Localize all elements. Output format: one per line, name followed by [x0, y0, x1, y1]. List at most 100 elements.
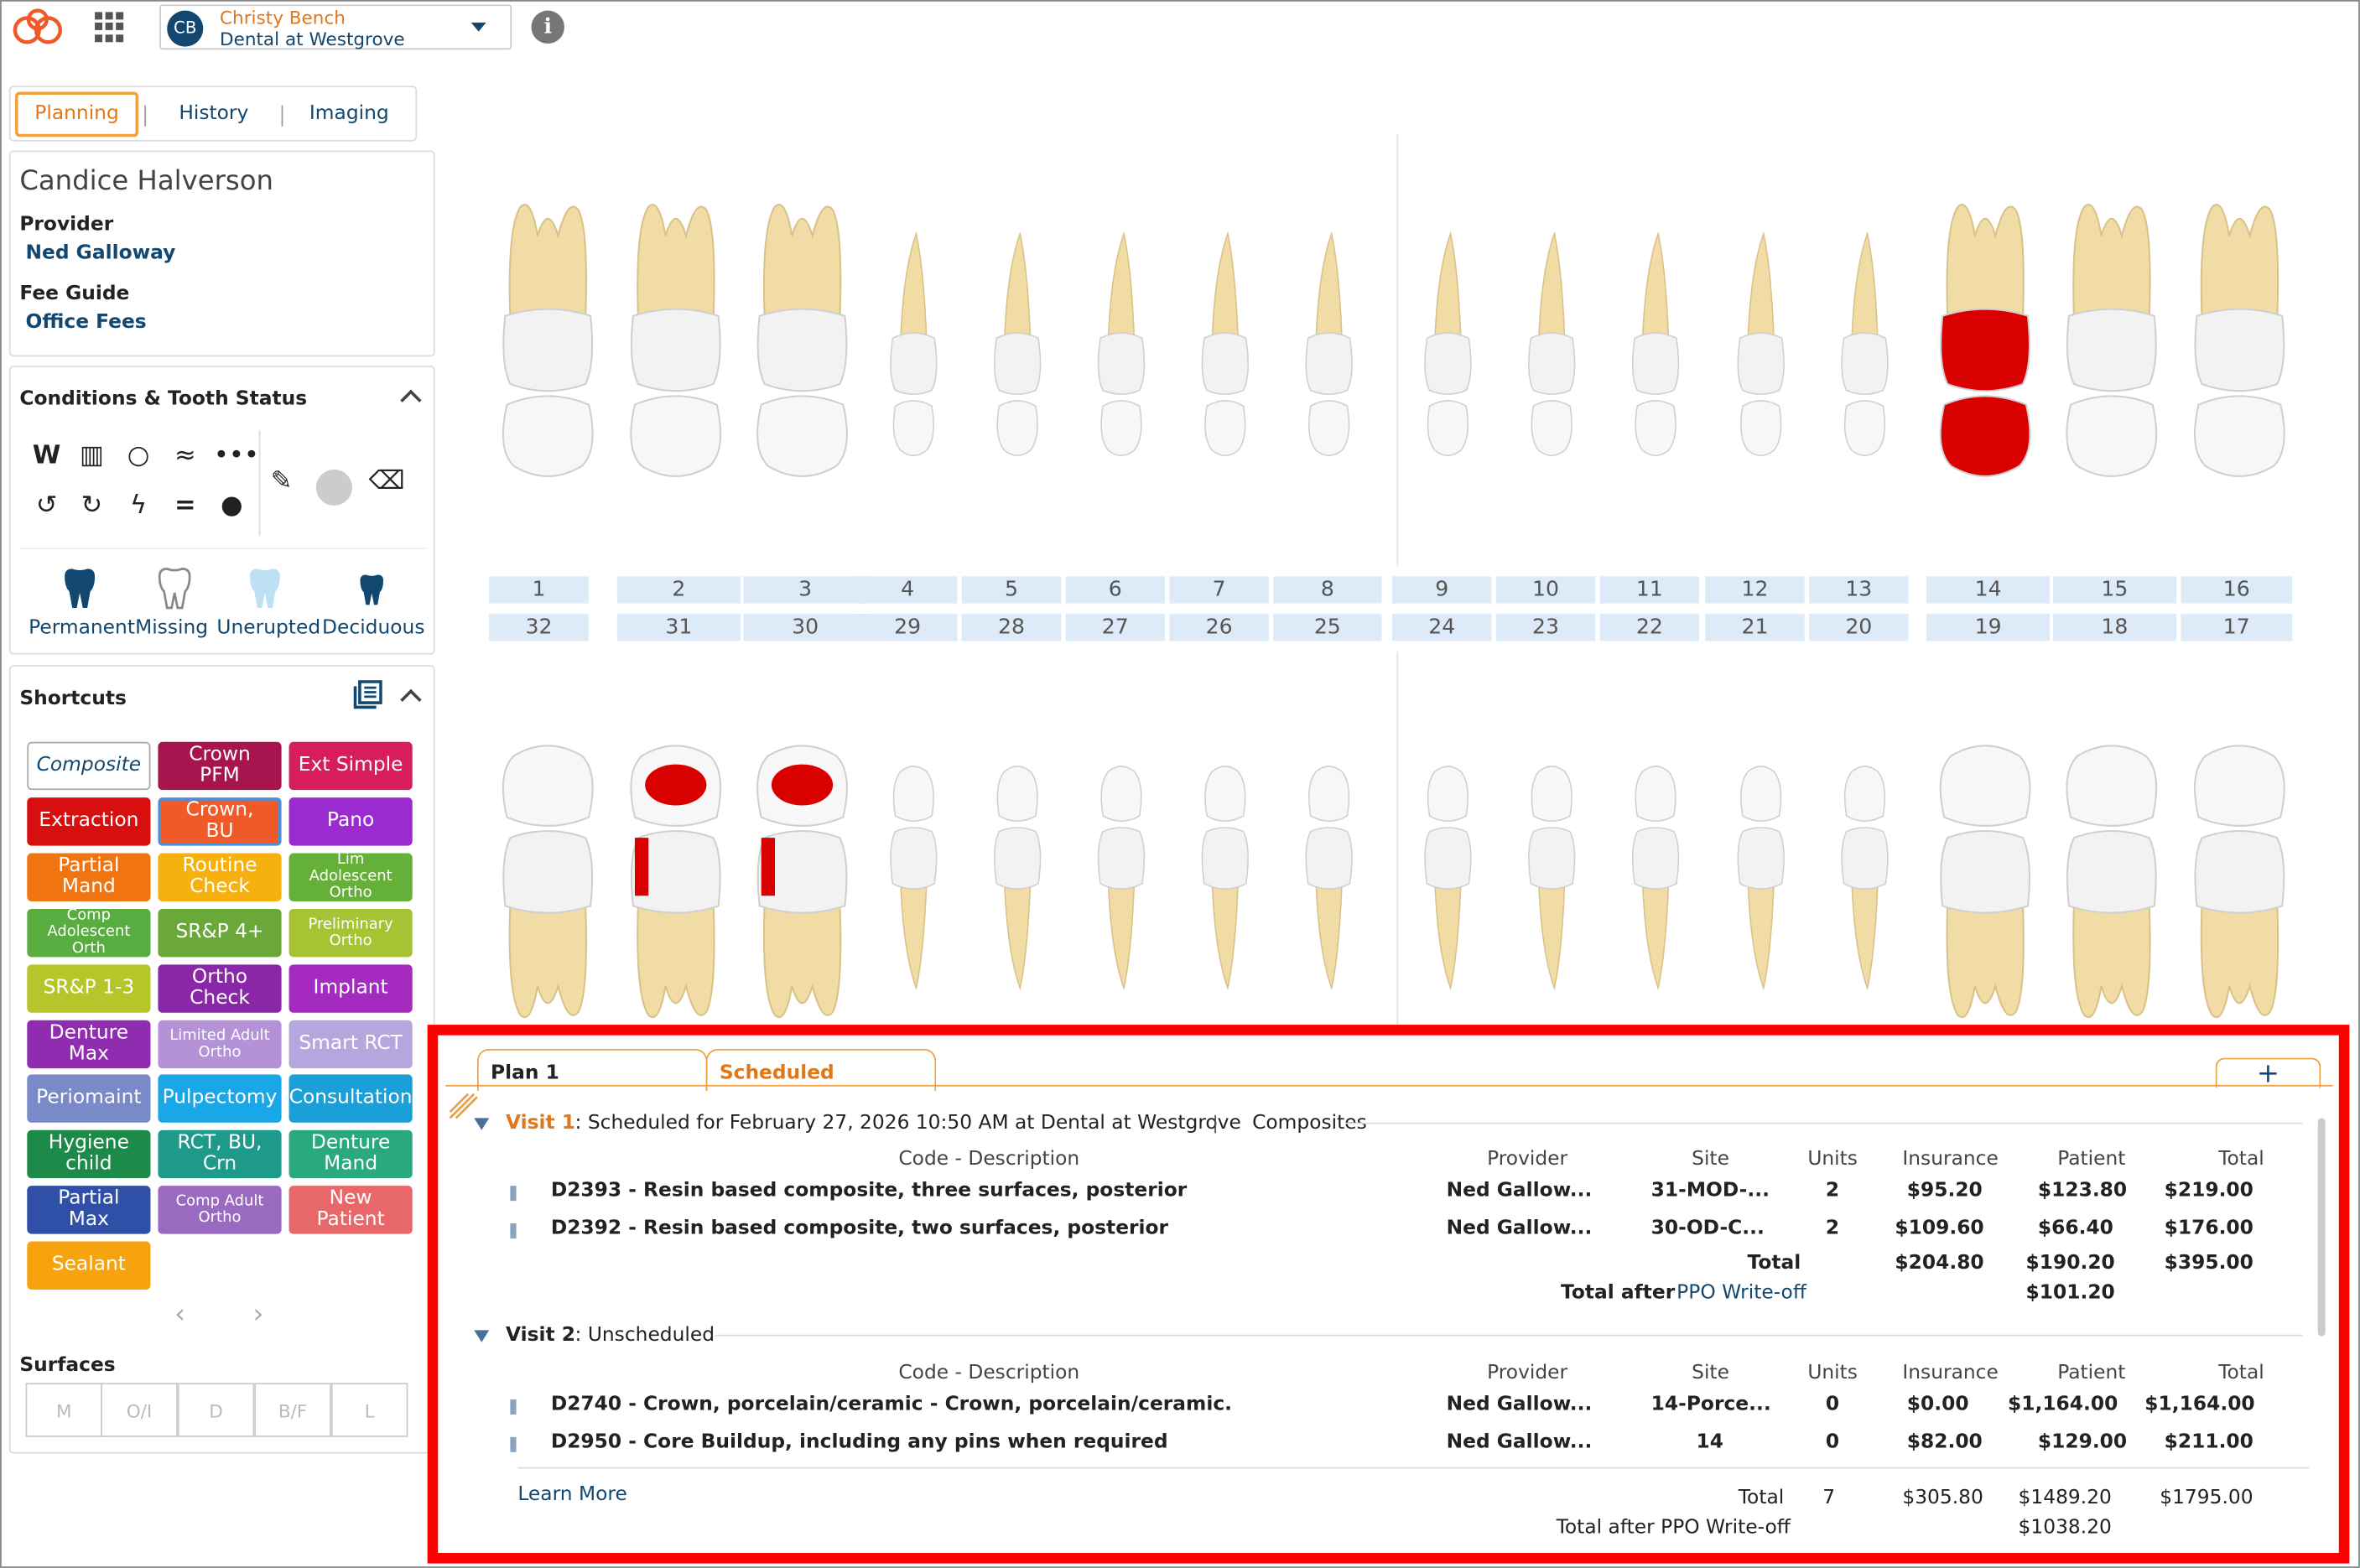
tooth-number-15[interactable]: 15: [2052, 576, 2176, 604]
shortcut-lim-adolescent-ortho[interactable]: Lim Adolescent Ortho: [289, 853, 413, 901]
tooth-number-8[interactable]: 8: [1273, 576, 1382, 604]
surface-bf[interactable]: B/F: [254, 1383, 331, 1437]
tab-planning[interactable]: Planning: [14, 91, 139, 138]
collapse-chevron-icon[interactable]: [400, 389, 422, 412]
tooth-16[interactable]: [2188, 144, 2290, 565]
tooth-8[interactable]: [1290, 144, 1368, 565]
shortcut-library-icon[interactable]: [352, 680, 382, 710]
row-drag-handle-icon[interactable]: [510, 1186, 517, 1202]
tooth-18[interactable]: [2061, 663, 2163, 1070]
tooth-number-32[interactable]: 32: [489, 614, 589, 641]
tooth-32[interactable]: [496, 663, 599, 1070]
shortcut-consultation[interactable]: Consultation: [289, 1075, 413, 1124]
shortcut-comp-adolescent-orth[interactable]: Comp Adolescent Orth: [27, 908, 151, 957]
account-selector[interactable]: CB Christy Bench Dental at Westgrove: [159, 4, 512, 49]
visit-1-collapse-icon[interactable]: [474, 1118, 490, 1130]
tab-history[interactable]: History: [153, 87, 274, 140]
tooth-number-10[interactable]: 10: [1495, 576, 1596, 604]
tooth-19[interactable]: [1934, 663, 2036, 1070]
tooth-30[interactable]: [751, 663, 854, 1070]
fracture-icon[interactable]: ϟ: [121, 487, 157, 523]
tooth-number-16[interactable]: 16: [2181, 576, 2293, 604]
shortcut-hygiene-child[interactable]: Hygiene child: [27, 1130, 151, 1179]
circle-outline-icon[interactable]: ○: [121, 438, 157, 474]
status-unerupted[interactable]: Unerupted: [216, 617, 320, 640]
tooth-24[interactable]: [1409, 663, 1487, 1070]
tooth-number-24[interactable]: 24: [1392, 614, 1492, 641]
tooth-number-30[interactable]: 30: [743, 614, 867, 641]
fee-guide-link[interactable]: Office Fees: [26, 311, 147, 334]
shortcut-preliminary-ortho[interactable]: Preliminary Ortho: [289, 908, 413, 957]
tooth-3[interactable]: [751, 144, 854, 565]
shortcut-srp-4-plus[interactable]: SR&P 4+: [158, 908, 282, 957]
tooth-26[interactable]: [1186, 663, 1264, 1070]
shortcut-crown-pfm[interactable]: Crown PFM: [158, 741, 282, 791]
shortcut-ext-simple[interactable]: Ext Simple: [289, 741, 413, 791]
chevron-down-icon[interactable]: [470, 22, 486, 32]
shortcut-periomaint[interactable]: Periomaint: [27, 1075, 151, 1124]
shortcut-ortho-check[interactable]: Ortho Check: [158, 963, 282, 1013]
row-drag-handle-icon[interactable]: [510, 1399, 517, 1415]
apps-grid-icon[interactable]: [95, 12, 125, 42]
tooth-10[interactable]: [1513, 144, 1591, 565]
tooth-number-22[interactable]: 22: [1599, 614, 1700, 641]
plan-scrollbar[interactable]: [2317, 1118, 2326, 1337]
tooth-31[interactable]: [625, 663, 727, 1070]
tooth-number-4[interactable]: 4: [857, 576, 958, 604]
tooth-5[interactable]: [978, 144, 1056, 565]
deciduous-tooth-icon[interactable]: [356, 574, 387, 606]
tooth-number-12[interactable]: 12: [1705, 576, 1805, 604]
shortcut-pano[interactable]: Pano: [289, 797, 413, 846]
status-deciduous[interactable]: Deciduous: [322, 617, 424, 640]
provider-link[interactable]: Ned Galloway: [26, 242, 176, 265]
tooth-15[interactable]: [2061, 144, 2163, 565]
tooth-number-23[interactable]: 23: [1495, 614, 1596, 641]
tooth-11[interactable]: [1616, 144, 1694, 565]
tooth-1[interactable]: [496, 144, 599, 565]
shortcut-pulpectomy[interactable]: Pulpectomy: [158, 1075, 282, 1124]
surface-l[interactable]: L: [330, 1383, 408, 1437]
shortcut-srp-1-3[interactable]: SR&P 1-3: [27, 963, 151, 1013]
shortcut-limited-adult-ortho[interactable]: Limited Adult Ortho: [158, 1019, 282, 1068]
surface-d[interactable]: D: [177, 1383, 255, 1437]
visit1-row-1-code[interactable]: D2392 - Resin based composite, two surfa…: [551, 1217, 1168, 1239]
tooth-7[interactable]: [1186, 144, 1264, 565]
visit-2-collapse-icon[interactable]: [474, 1330, 490, 1342]
shortcut-implant[interactable]: Implant: [289, 963, 413, 1013]
tooth-number-27[interactable]: 27: [1065, 614, 1166, 641]
pencil-icon[interactable]: ✎: [263, 464, 299, 500]
tooth-number-21[interactable]: 21: [1705, 614, 1805, 641]
unerupted-tooth-icon[interactable]: [246, 568, 285, 610]
tooth-number-7[interactable]: 7: [1169, 576, 1269, 604]
status-missing[interactable]: Missing: [123, 617, 220, 640]
tooth-number-28[interactable]: 28: [961, 614, 1062, 641]
tooth-6[interactable]: [1082, 144, 1160, 565]
tooth-14[interactable]: [1934, 144, 2036, 565]
crown-icon[interactable]: ▥: [74, 438, 110, 474]
shortcut-comp-adult-ortho[interactable]: Comp Adult Ortho: [158, 1186, 282, 1234]
tooth-20[interactable]: [1826, 663, 1904, 1070]
tooth-number-13[interactable]: 13: [1809, 576, 1909, 604]
shortcut-composite[interactable]: Composite: [27, 741, 151, 791]
eraser-icon[interactable]: ⌫: [369, 464, 405, 500]
dots-icon[interactable]: •••: [214, 438, 259, 474]
tooth-number-20[interactable]: 20: [1809, 614, 1909, 641]
tooth-4[interactable]: [875, 144, 953, 565]
tooth-number-17[interactable]: 17: [2181, 614, 2293, 641]
visit2-row-0-code[interactable]: D2740 - Crown, porcelain/ceramic - Crown…: [551, 1394, 1232, 1416]
permanent-tooth-icon[interactable]: [60, 568, 100, 610]
tooth-number-19[interactable]: 19: [1926, 614, 2051, 641]
tooth-number-18[interactable]: 18: [2052, 614, 2176, 641]
tooth-27[interactable]: [1082, 663, 1160, 1070]
tab-imaging[interactable]: Imaging: [289, 87, 410, 140]
tooth-17[interactable]: [2188, 663, 2290, 1070]
row-drag-handle-icon[interactable]: [510, 1436, 517, 1451]
shortcut-crown-bu[interactable]: Crown, BU: [158, 797, 282, 846]
info-icon[interactable]: i: [531, 10, 564, 44]
tooth-number-14[interactable]: 14: [1926, 576, 2051, 604]
tooth-number-6[interactable]: 6: [1065, 576, 1166, 604]
tooth-number-11[interactable]: 11: [1599, 576, 1700, 604]
visit2-row-1-code[interactable]: D2950 - Core Buildup, including any pins…: [551, 1430, 1168, 1453]
tooth-number-1[interactable]: 1: [489, 576, 589, 604]
tooth-number-9[interactable]: 9: [1392, 576, 1492, 604]
